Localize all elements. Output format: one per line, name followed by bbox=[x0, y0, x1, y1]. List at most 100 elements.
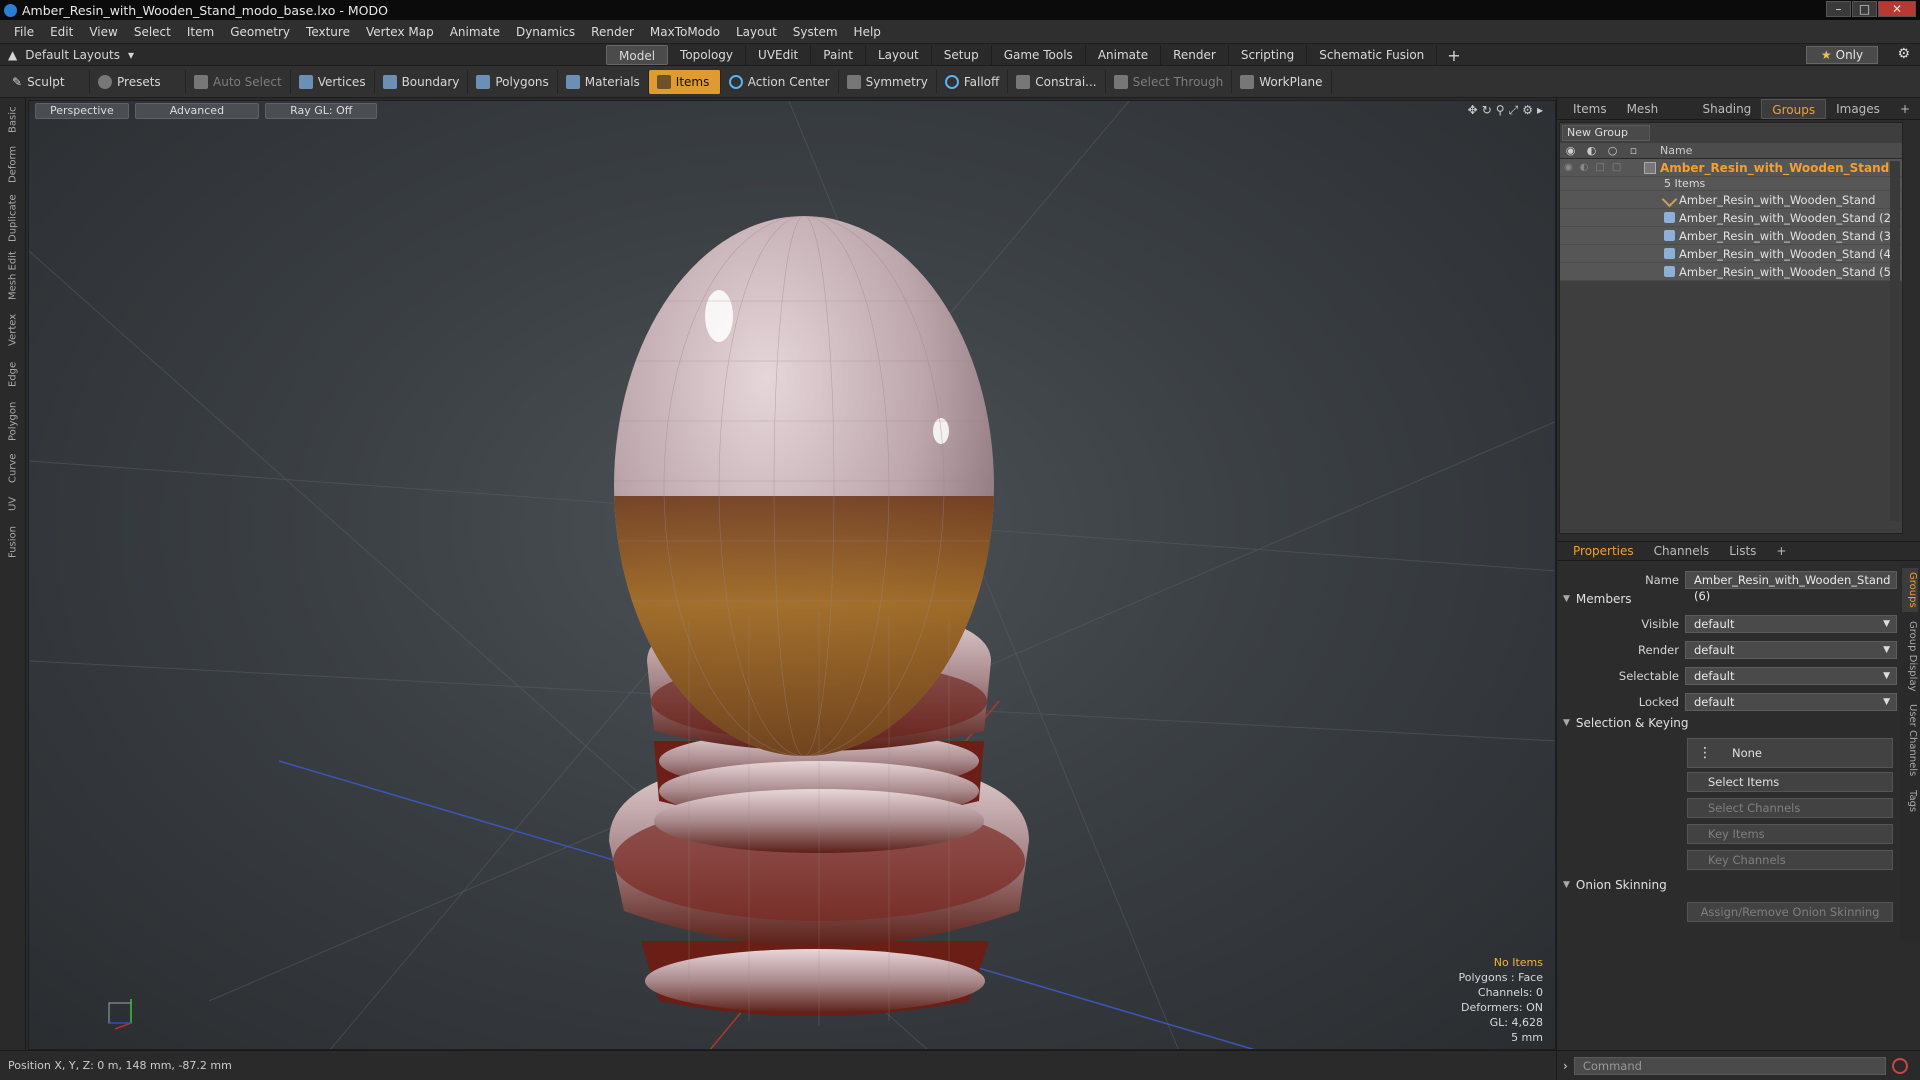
group-member-row[interactable]: Amber_Resin_with_Wooden_Stand (4) bbox=[1560, 245, 1902, 263]
left-tab-edge[interactable]: Edge bbox=[4, 356, 22, 392]
tab-render[interactable]: Render bbox=[1161, 45, 1229, 65]
action-center-button[interactable]: Action Center bbox=[721, 69, 839, 94]
group-member-row[interactable]: Amber_Resin_with_Wooden_Stand bbox=[1560, 191, 1902, 209]
close-button[interactable]: ✕ bbox=[1878, 1, 1916, 17]
add-panel-tab-button[interactable]: + bbox=[1890, 99, 1920, 119]
tab-setup[interactable]: Setup bbox=[932, 45, 992, 65]
tab-shading[interactable]: Shading bbox=[1693, 99, 1762, 119]
menu-layout[interactable]: Layout bbox=[728, 25, 785, 39]
symmetry-button[interactable]: Symmetry bbox=[839, 69, 937, 94]
only-button[interactable]: ★ Only bbox=[1806, 46, 1878, 64]
menu-render[interactable]: Render bbox=[583, 25, 642, 39]
left-tab-deform[interactable]: Deform bbox=[4, 144, 22, 184]
zoom-icon[interactable]: ⚲ bbox=[1496, 103, 1505, 118]
falloff-button[interactable]: Falloff bbox=[937, 69, 1009, 94]
key-channels-button[interactable]: Key Channels bbox=[1687, 850, 1893, 870]
selectable-dropdown[interactable]: default ▼ bbox=[1685, 667, 1897, 685]
menu-texture[interactable]: Texture bbox=[298, 25, 358, 39]
fit-icon[interactable]: ⤢ bbox=[1509, 103, 1519, 118]
tab-channels[interactable]: Channels bbox=[1644, 544, 1720, 558]
command-history-icon[interactable] bbox=[1891, 1057, 1908, 1074]
group-member-row[interactable]: Amber_Resin_with_Wooden_Stand (2) bbox=[1560, 209, 1902, 227]
visible-dropdown[interactable]: default ▼ bbox=[1685, 615, 1897, 633]
group-member-row[interactable]: Amber_Resin_with_Wooden_Stand (3) bbox=[1560, 227, 1902, 245]
side-tab-groups[interactable]: Groups bbox=[1902, 568, 1918, 612]
left-tab-uv[interactable]: UV bbox=[4, 492, 22, 516]
none-button[interactable]: ⋮ None bbox=[1687, 738, 1893, 768]
tab-uvedit[interactable]: UVEdit bbox=[746, 45, 812, 65]
groups-scrollbar[interactable] bbox=[1890, 161, 1900, 521]
menu-maxtomodo[interactable]: MaxToModo bbox=[642, 25, 728, 39]
onion-skinning-section[interactable]: ▼ Onion Skinning bbox=[1563, 878, 1667, 892]
menu-dynamics[interactable]: Dynamics bbox=[508, 25, 583, 39]
constraints-button[interactable]: Constrai... bbox=[1008, 69, 1106, 94]
select-through-button[interactable]: Select Through bbox=[1106, 69, 1233, 94]
menu-file[interactable]: File bbox=[6, 25, 42, 39]
command-input[interactable]: Command bbox=[1573, 1056, 1886, 1075]
tab-groups[interactable]: Groups bbox=[1761, 98, 1827, 119]
gear-icon[interactable]: ⚙ bbox=[1897, 46, 1910, 62]
side-tab-tags[interactable]: Tags bbox=[1902, 784, 1918, 818]
name-field[interactable]: Amber_Resin_with_Wooden_Stand (6) bbox=[1685, 571, 1897, 603]
tab-items[interactable]: Items bbox=[1563, 99, 1617, 119]
maximize-button[interactable]: □ bbox=[1852, 1, 1877, 17]
tab-schematic-fusion[interactable]: Schematic Fusion bbox=[1307, 45, 1438, 65]
vertices-button[interactable]: Vertices bbox=[291, 69, 375, 94]
menu-system[interactable]: System bbox=[785, 25, 846, 39]
tab-layout[interactable]: Layout bbox=[866, 45, 932, 65]
materials-button[interactable]: Materials bbox=[558, 69, 649, 94]
select-channels-button[interactable]: Select Channels bbox=[1687, 798, 1893, 818]
viewport-expand-icon[interactable]: ▸ bbox=[1537, 103, 1543, 118]
locked-dropdown[interactable]: default ▼ bbox=[1685, 693, 1897, 711]
render-dropdown[interactable]: default ▼ bbox=[1685, 641, 1897, 659]
workplane-button[interactable]: WorkPlane bbox=[1232, 69, 1332, 94]
raygl-button[interactable]: Ray GL: Off bbox=[265, 103, 378, 119]
items-button[interactable]: Items bbox=[648, 69, 721, 94]
key-items-button[interactable]: Key Items bbox=[1687, 824, 1893, 844]
left-tab-vertex[interactable]: Vertex bbox=[4, 310, 22, 350]
minimize-button[interactable]: – bbox=[1826, 1, 1851, 17]
add-props-tab-button[interactable]: + bbox=[1766, 544, 1796, 558]
left-tab-mesh-edit[interactable]: Mesh Edit bbox=[4, 250, 22, 302]
members-section[interactable]: ▼ Members bbox=[1563, 592, 1632, 606]
tab-paint[interactable]: Paint bbox=[811, 45, 866, 65]
add-tab-button[interactable]: + bbox=[1437, 46, 1470, 65]
selection-keying-section[interactable]: ▼ Selection & Keying bbox=[1563, 716, 1689, 730]
menu-geometry[interactable]: Geometry bbox=[222, 25, 298, 39]
menu-help[interactable]: Help bbox=[846, 25, 889, 39]
pan-icon[interactable]: ✥ bbox=[1468, 103, 1478, 118]
layout-selector[interactable]: ▲ Default Layouts ▾ bbox=[0, 48, 600, 62]
menu-vertex-map[interactable]: Vertex Map bbox=[358, 25, 442, 39]
tab-game-tools[interactable]: Game Tools bbox=[992, 45, 1086, 65]
advanced-button[interactable]: Advanced bbox=[134, 103, 260, 119]
tab-topology[interactable]: Topology bbox=[668, 45, 747, 65]
group-member-row[interactable]: Amber_Resin_with_Wooden_Stand (5) bbox=[1560, 263, 1902, 281]
auto-select-button[interactable]: Auto Select bbox=[186, 69, 291, 94]
select-items-button[interactable]: Select Items bbox=[1687, 772, 1893, 792]
menu-view[interactable]: View bbox=[81, 25, 125, 39]
left-tab-polygon[interactable]: Polygon bbox=[4, 398, 22, 444]
left-tab-basic[interactable]: Basic bbox=[4, 104, 22, 136]
left-tab-fusion[interactable]: Fusion bbox=[4, 522, 22, 562]
menu-edit[interactable]: Edit bbox=[42, 25, 81, 39]
viewport-gear-icon[interactable]: ⚙ bbox=[1522, 103, 1533, 118]
tab-images[interactable]: Images bbox=[1826, 99, 1890, 119]
boundary-button[interactable]: Boundary bbox=[375, 69, 469, 94]
rotate-icon[interactable]: ↻ bbox=[1482, 103, 1492, 118]
menu-animate[interactable]: Animate bbox=[442, 25, 508, 39]
sculpt-button[interactable]: ✎ Sculpt bbox=[4, 69, 90, 94]
tab-mesh-ops[interactable]: Mesh Ops bbox=[1617, 99, 1693, 136]
tab-model[interactable]: Model bbox=[606, 45, 669, 65]
left-tab-curve[interactable]: Curve bbox=[4, 450, 22, 486]
menu-item[interactable]: Item bbox=[179, 25, 222, 39]
presets-button[interactable]: Presets bbox=[90, 69, 186, 94]
tab-properties[interactable]: Properties bbox=[1563, 544, 1644, 558]
perspective-button[interactable]: Perspective bbox=[35, 103, 129, 119]
tab-lists[interactable]: Lists bbox=[1719, 544, 1766, 558]
group-row-root[interactable]: ◉ ◐ □ □ Amber_Resin_with_Wooden_Stand bbox=[1560, 159, 1902, 177]
new-group-button[interactable]: New Group bbox=[1562, 125, 1650, 141]
left-tab-duplicate[interactable]: Duplicate bbox=[4, 192, 22, 244]
side-tab-user-channels[interactable]: User Channels bbox=[1902, 702, 1918, 778]
menu-select[interactable]: Select bbox=[126, 25, 179, 39]
assign-onion-skinning-button[interactable]: Assign/Remove Onion Skinning bbox=[1687, 902, 1893, 922]
